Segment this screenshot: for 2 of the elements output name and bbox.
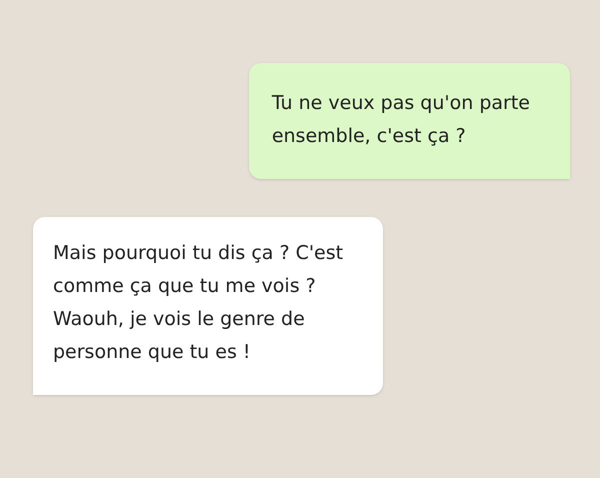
message-text: Tu ne veux pas qu'on parte ensemble, c'est ça ? bbox=[272, 91, 530, 149]
message-text: Mais pourquoi tu dis ça ? C'est comme ça que tu me vois ? Waouh, je vois le genre de personne que tu es ! bbox=[53, 241, 344, 365]
